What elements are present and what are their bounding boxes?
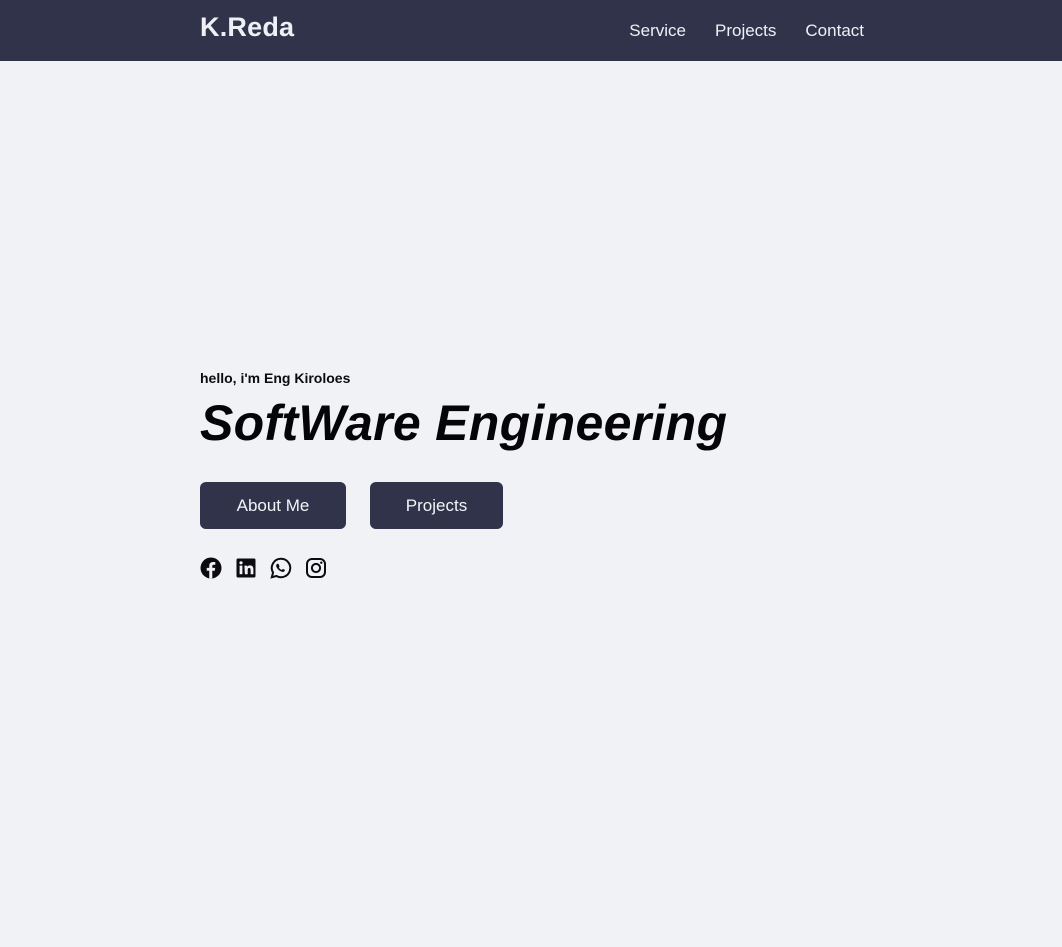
linkedin-icon[interactable] bbox=[234, 556, 258, 580]
about-me-button[interactable]: About Me bbox=[200, 482, 346, 529]
facebook-icon[interactable] bbox=[199, 556, 223, 580]
hero-greeting: hello, i'm Eng Kiroloes bbox=[200, 370, 351, 386]
hero-section: hello, i'm Eng Kiroloes SoftWare Enginee… bbox=[200, 368, 727, 452]
social-links bbox=[199, 556, 328, 580]
brand-logo[interactable]: K.Reda bbox=[200, 12, 294, 43]
nav-link-projects[interactable]: Projects bbox=[715, 21, 776, 41]
top-navbar: K.Reda Service Projects Contact bbox=[0, 0, 1062, 61]
nav-link-contact[interactable]: Contact bbox=[805, 21, 864, 41]
instagram-icon[interactable] bbox=[304, 556, 328, 580]
hero-buttons: About Me Projects bbox=[200, 482, 503, 529]
projects-button[interactable]: Projects bbox=[370, 482, 503, 529]
nav-link-service[interactable]: Service bbox=[629, 21, 686, 41]
hero-headline: SoftWare Engineering bbox=[200, 395, 728, 451]
whatsapp-icon[interactable] bbox=[269, 556, 293, 580]
nav-links: Service Projects Contact bbox=[629, 0, 864, 61]
